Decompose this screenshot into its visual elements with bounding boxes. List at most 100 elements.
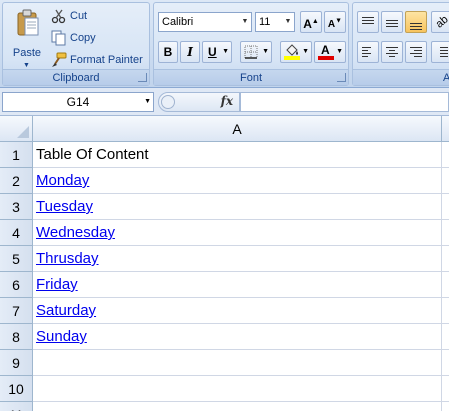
ribbon: Paste ▼ Cut Copy Format Painter Clipboar…: [0, 0, 449, 88]
chevron-down-icon[interactable]: ▼: [262, 42, 269, 62]
paste-icon: [17, 9, 39, 36]
font-size-value: 11: [259, 16, 271, 28]
shrink-font-icon: A▼: [327, 18, 343, 31]
row-header[interactable]: 1: [0, 142, 33, 168]
cell[interactable]: [442, 142, 449, 168]
cell[interactable]: [33, 350, 442, 376]
cut-label: Cut: [70, 10, 88, 22]
bold-label: B: [163, 45, 173, 59]
align-center-button[interactable]: [381, 41, 403, 63]
bottom-align-icon: [410, 21, 422, 32]
font-group: Calibri ▼ 11 ▼ A▲ A▼ B I U ▼ ▼ ▼ A ▼ Fon…: [153, 2, 349, 86]
align-right-button[interactable]: [405, 41, 427, 63]
top-align-icon: [362, 15, 374, 26]
cell[interactable]: [33, 402, 442, 411]
chevron-down-icon[interactable]: ▼: [222, 42, 229, 62]
row-header[interactable]: 9: [0, 350, 33, 376]
row-header[interactable]: 5: [0, 246, 33, 272]
table-row: 1 Table Of Content: [0, 142, 449, 168]
font-name-combobox[interactable]: Calibri ▼: [158, 12, 252, 32]
cell[interactable]: [442, 194, 449, 220]
bottom-align-button[interactable]: [405, 11, 427, 33]
grow-font-button[interactable]: A▲: [300, 11, 322, 33]
cell[interactable]: [442, 350, 449, 376]
table-row: 9: [0, 350, 449, 376]
top-align-button[interactable]: [357, 11, 379, 33]
formula-input[interactable]: [240, 92, 449, 112]
row-header[interactable]: 8: [0, 324, 33, 350]
cell[interactable]: Table Of Content: [33, 142, 442, 168]
grow-font-icon: A▲: [303, 17, 319, 31]
table-row: 8 Sunday: [0, 324, 449, 350]
cell[interactable]: [33, 376, 442, 402]
row-header[interactable]: 11: [0, 402, 33, 411]
indent-icon: [440, 45, 448, 59]
chevron-down-icon[interactable]: ▼: [302, 42, 309, 62]
chevron-down-icon[interactable]: ▼: [336, 42, 343, 62]
font-color-button[interactable]: A ▼: [314, 41, 346, 63]
insert-function-icon[interactable]: fx: [221, 94, 233, 108]
worksheet-grid: A 1 Table Of Content 2 Monday 3 Tuesday 4 Wedne…: [0, 116, 449, 411]
copy-button[interactable]: Copy: [51, 28, 96, 48]
cell[interactable]: [442, 272, 449, 298]
cell[interactable]: [442, 402, 449, 411]
table-row: 5 Thrusday: [0, 246, 449, 272]
middle-align-button[interactable]: [381, 11, 403, 33]
row-header[interactable]: 6: [0, 272, 33, 298]
formula-bar-resize-handle[interactable]: [161, 95, 175, 109]
chevron-down-icon[interactable]: ▼: [144, 93, 151, 111]
table-row: 6 Friday: [0, 272, 449, 298]
clipboard-group: Paste ▼ Cut Copy Format Painter Clipboar…: [2, 2, 150, 86]
font-color-swatch: [318, 56, 334, 60]
orientation-button[interactable]: ab: [431, 11, 449, 33]
cell[interactable]: [442, 220, 449, 246]
hyperlink-cell[interactable]: Monday: [33, 168, 442, 194]
column-header-b[interactable]: [442, 116, 449, 142]
cell[interactable]: [442, 298, 449, 324]
font-name-value: Calibri: [162, 16, 194, 28]
hyperlink-cell[interactable]: Thrusday: [33, 246, 442, 272]
cell[interactable]: [442, 324, 449, 350]
column-header-a[interactable]: A: [33, 116, 442, 142]
align-left-button[interactable]: [357, 41, 379, 63]
table-row: 4 Wednesday: [0, 220, 449, 246]
format-painter-button[interactable]: Format Painter: [51, 50, 143, 70]
italic-button[interactable]: I: [180, 41, 200, 63]
shrink-font-button[interactable]: A▼: [324, 11, 346, 33]
dialog-launcher-icon[interactable]: [337, 73, 346, 82]
row-header[interactable]: 2: [0, 168, 33, 194]
hyperlink-cell[interactable]: Sunday: [33, 324, 442, 350]
select-all-button[interactable]: [0, 116, 33, 142]
bold-button[interactable]: B: [158, 41, 178, 63]
table-row: 3 Tuesday: [0, 194, 449, 220]
alignment-group-label-text: A: [443, 72, 449, 84]
chevron-down-icon[interactable]: ▼: [239, 13, 251, 31]
borders-button[interactable]: ▼: [240, 41, 272, 63]
cell[interactable]: [442, 168, 449, 194]
table-row: 11: [0, 402, 449, 411]
name-box[interactable]: G14 ▼: [2, 92, 154, 112]
row-header[interactable]: 4: [0, 220, 33, 246]
hyperlink-cell[interactable]: Tuesday: [33, 194, 442, 220]
row-header[interactable]: 10: [0, 376, 33, 402]
fill-color-swatch: [284, 56, 300, 60]
cut-button[interactable]: Cut: [51, 6, 87, 26]
paintbrush-icon: [52, 52, 67, 67]
underline-button[interactable]: U ▼: [202, 41, 232, 63]
row-header[interactable]: 7: [0, 298, 33, 324]
table-row: 7 Saturday: [0, 298, 449, 324]
hyperlink-cell[interactable]: Saturday: [33, 298, 442, 324]
font-size-combobox[interactable]: 11 ▼: [255, 12, 295, 32]
insert-function-area: fx: [158, 92, 240, 112]
row-header[interactable]: 3: [0, 194, 33, 220]
hyperlink-cell[interactable]: Friday: [33, 272, 442, 298]
rows-container: 1 Table Of Content 2 Monday 3 Tuesday 4 Wednesd…: [0, 142, 449, 411]
dialog-launcher-icon[interactable]: [138, 73, 147, 82]
fill-color-button[interactable]: ▼: [280, 41, 312, 63]
paste-button[interactable]: Paste ▼: [7, 7, 47, 69]
hyperlink-cell[interactable]: Wednesday: [33, 220, 442, 246]
cell[interactable]: [442, 376, 449, 402]
chevron-down-icon[interactable]: ▼: [282, 13, 294, 31]
decrease-indent-button[interactable]: [431, 41, 449, 63]
cell[interactable]: [442, 246, 449, 272]
